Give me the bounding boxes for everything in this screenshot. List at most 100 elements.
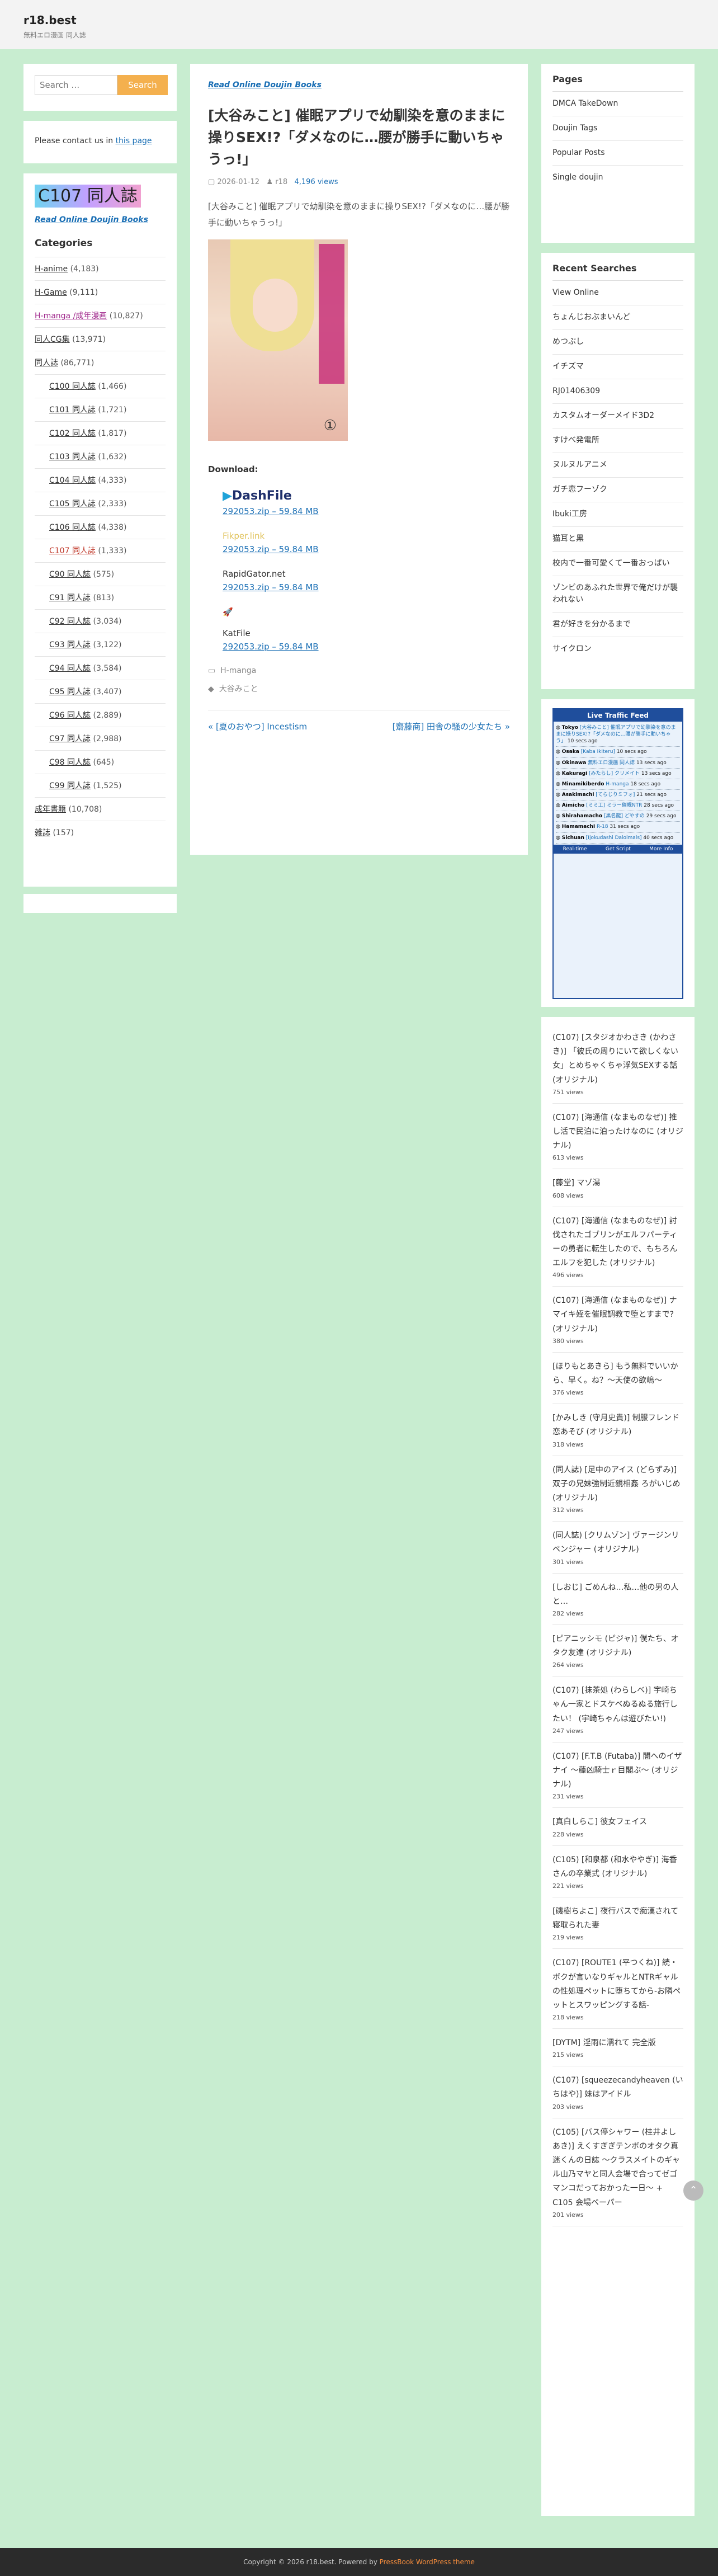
list-item-link[interactable]: Popular Posts (552, 148, 605, 157)
download-link[interactable]: 292053.zip – 59.84 MB (223, 582, 510, 592)
category-link[interactable]: C105 同人誌 (49, 500, 96, 508)
list-item-link[interactable]: ヌルヌルアニメ (552, 460, 607, 469)
category-link[interactable]: 成年書籍 (35, 805, 66, 814)
popular-post-title[interactable]: (C107) [抹茶処 (わらしべ)] 宇崎ちゃん一家とドスケベぬるぬる旅行した… (552, 1684, 683, 1726)
footer-theme-link[interactable]: PressBook WordPress theme (380, 2558, 475, 2566)
list-item-link[interactable]: イチズマ (552, 362, 584, 371)
list-item-link[interactable]: Ibuki工房 (552, 510, 587, 519)
visited-page[interactable]: [ミミ工] ミラー催眠NTR (586, 803, 642, 808)
popular-post-views: 613 views (552, 1154, 584, 1162)
popular-post-title[interactable]: (同人誌) [クリムゾン] ヴァージンリベンジャー (オリジナル) (552, 1529, 683, 1557)
popular-post-title[interactable]: (C107) [スタジオかわさき (かわさき)] 「彼氏の周りにいて欲しくない女… (552, 1031, 683, 1087)
list-item-link[interactable]: カスタムオーダーメイド3D2 (552, 411, 654, 420)
contact-link[interactable]: this page (116, 136, 152, 145)
visited-page[interactable]: [てらじりミフォ] (596, 792, 635, 798)
article-author[interactable]: r18 (275, 178, 287, 186)
visited-page[interactable]: R-18 (597, 824, 608, 830)
popular-post: (同人誌) [クリムゾン] ヴァージンリベンジャー (オリジナル) 301 vie… (552, 1522, 683, 1574)
category-link[interactable]: 同人CG集 (35, 335, 70, 344)
category-link[interactable]: C107 同人誌 (49, 547, 96, 555)
category-link[interactable]: 雑誌 (35, 828, 50, 837)
previous-post-link[interactable]: « [夏のおやつ] Incestism (208, 722, 307, 732)
category-link[interactable]: H-anime (35, 265, 68, 274)
visited-page[interactable]: [みたらし] クリメイト (589, 771, 640, 776)
list-item-link[interactable]: 君が好きを分かるまで (552, 620, 631, 629)
visited-page[interactable]: [Ijokudashi Dalolmals] (586, 835, 642, 841)
popular-post-title[interactable]: [DYTM] 淫雨に濡れて 完全版 (552, 2036, 683, 2050)
next-post-link[interactable]: [齋藤商] 田舎の騒の少女たち » (393, 720, 510, 732)
get-script-link[interactable]: Get Script (606, 845, 631, 854)
popular-post-title[interactable]: [しおじ] ごめんね…私…他の男の人と… (552, 1581, 683, 1609)
search-input[interactable] (35, 75, 117, 95)
site-title[interactable]: r18.best (23, 13, 695, 27)
list-item-link[interactable]: Single doujin (552, 173, 603, 182)
scroll-to-top-button[interactable]: ⌃ (683, 2181, 703, 2201)
popular-post-title[interactable]: (C107) [ROUTE1 (平つくね)] 続・ボクが言いなりギャルとNTRギ… (552, 1956, 683, 2013)
popular-post-title[interactable]: [ほりもとあきら] もう無料でいいから、早く。ね？〜天使の欲嶋〜 (552, 1360, 683, 1388)
download-link[interactable]: 292053.zip – 59.84 MB (223, 506, 510, 516)
list-item-link[interactable]: Doujin Tags (552, 124, 597, 133)
visited-page[interactable]: [黒名龍] どやすの (604, 813, 645, 819)
author-tag[interactable]: 大谷みこと (219, 685, 258, 694)
popular-post-title[interactable]: (C105) [和泉都 (和水ややぎ)] 海香さんの卒業式 (オリジナル) (552, 1853, 683, 1881)
popular-post-title[interactable]: [藤堂] マゾ湯 (552, 1176, 683, 1190)
list-item-link[interactable]: ちょんじおぶまいんど (552, 313, 631, 322)
popular-post-title[interactable]: (C107) [F.T.B (Futaba)] 闇へのイザナイ 〜藤凶騎士ｒ目閣… (552, 1750, 683, 1792)
real-time-link[interactable]: Real-time (563, 845, 587, 854)
category-link[interactable]: 同人誌 (35, 359, 58, 368)
list-item-link[interactable]: 猫耳と黒 (552, 534, 584, 543)
traffic-entry: ◍ Tokyo [大谷みこと] 催眠アプリで幼馴染を意のままに操りSEX!?「ダ… (556, 723, 680, 747)
download-link[interactable]: 292053.zip – 59.84 MB (223, 642, 510, 652)
category-link[interactable]: H-Game (35, 288, 67, 297)
category-link[interactable]: C106 同人誌 (49, 523, 96, 532)
category-link[interactable]: C93 同人誌 (49, 641, 91, 649)
popular-post-title[interactable]: [かみしき (守月史貴)] 制服フレンド恋あそび (オリジナル) (552, 1411, 683, 1439)
cover-image[interactable]: ① (208, 239, 348, 441)
list-item-link[interactable]: ガチ恋フーゾク (552, 485, 607, 494)
list-item-link[interactable]: サイクロン (552, 644, 592, 653)
list-item-link[interactable]: めつぶし (552, 337, 584, 346)
download-link[interactable]: 292053.zip – 59.84 MB (223, 544, 510, 554)
popular-post-title[interactable]: [真白しらこ] 彼女フェイス (552, 1815, 683, 1829)
category-link[interactable]: C99 同人誌 (49, 781, 91, 790)
search-button[interactable]: Search (117, 75, 168, 95)
popular-post-title[interactable]: (C107) [海通信 (なまものなぜ)] 討伐されたゴブリンがエルフパーティー… (552, 1214, 683, 1271)
popular-post-title[interactable]: (C107) [squeezecandyheaven (いちはや)] 妹はアイド… (552, 2074, 683, 2102)
article-category-link[interactable]: Read Online Doujin Books (208, 81, 322, 90)
category-link[interactable]: C96 同人誌 (49, 711, 91, 720)
category-link[interactable]: H-manga /成年漫画 (35, 312, 107, 321)
category-tag[interactable]: H-manga (220, 666, 256, 675)
popular-post-title[interactable]: [磯樹ちよこ] 夜行バスで痴漢されて寝取られた妻 (552, 1905, 683, 1933)
category-link[interactable]: C94 同人誌 (49, 664, 91, 673)
more-info-link[interactable]: More Info (649, 845, 673, 854)
list-item-link[interactable]: すけべ発電所 (552, 436, 599, 445)
visited-page[interactable]: H-manga (606, 781, 629, 787)
popular-post-title[interactable]: (C105) [バス停シャワー (桂井よしあき)] えくすぎぎテンボのオタク真迷… (552, 2126, 683, 2210)
category-link[interactable]: C92 同人誌 (49, 617, 91, 626)
category-link[interactable]: C100 同人誌 (49, 382, 96, 391)
category-link[interactable]: C101 同人誌 (49, 406, 96, 415)
fikper-logo: Fikper.link (223, 531, 265, 541)
category-link[interactable]: C97 同人誌 (49, 734, 91, 743)
author-tag-row: ◆ 大谷みこと (208, 683, 510, 694)
popular-post-title[interactable]: (C107) [海通信 (なまものなぜ)] 推し活で民泊に泊ったけなのに (オリ… (552, 1111, 683, 1153)
popular-post-title[interactable]: (C107) [海通信 (なまものなぜ)] ナマイキ姪を催眠調教で堕とすまで? … (552, 1294, 683, 1336)
list-item-link[interactable]: RJ01406309 (552, 387, 600, 395)
popular-post-title[interactable]: (同人誌) [足中のアイス (どらずみ)] 双子の兄妹強制近親相姦 ろがいじめ … (552, 1463, 683, 1506)
visited-page[interactable]: 無料エロ漫画 同人誌 (588, 760, 635, 766)
category-link[interactable]: C103 同人誌 (49, 453, 96, 461)
list-item-link[interactable]: View Online (552, 288, 599, 297)
list-item-link[interactable]: 校内で一番可愛くて一番おっぱい (552, 559, 670, 568)
read-online-link[interactable]: Read Online Doujin Books (35, 215, 166, 224)
popular-post-title[interactable]: [ピアニッシモ (ピジャ)] 僕たち、オタク友達 (オリジナル) (552, 1632, 683, 1660)
category-link[interactable]: C104 同人誌 (49, 476, 96, 485)
list-item-link[interactable]: DMCA TakeDown (552, 99, 618, 108)
c107-banner[interactable]: C107 同人誌 (35, 185, 141, 208)
category-link[interactable]: C91 同人誌 (49, 594, 91, 602)
category-link[interactable]: C90 同人誌 (49, 570, 91, 579)
category-link[interactable]: C98 同人誌 (49, 758, 91, 767)
visited-page[interactable]: [Kaba Ikiteru] (581, 749, 615, 755)
category-link[interactable]: C102 同人誌 (49, 429, 96, 438)
category-link[interactable]: C95 同人誌 (49, 687, 91, 696)
list-item-link[interactable]: ゾンビのあふれた世界で俺だけが襲われない (552, 583, 678, 604)
